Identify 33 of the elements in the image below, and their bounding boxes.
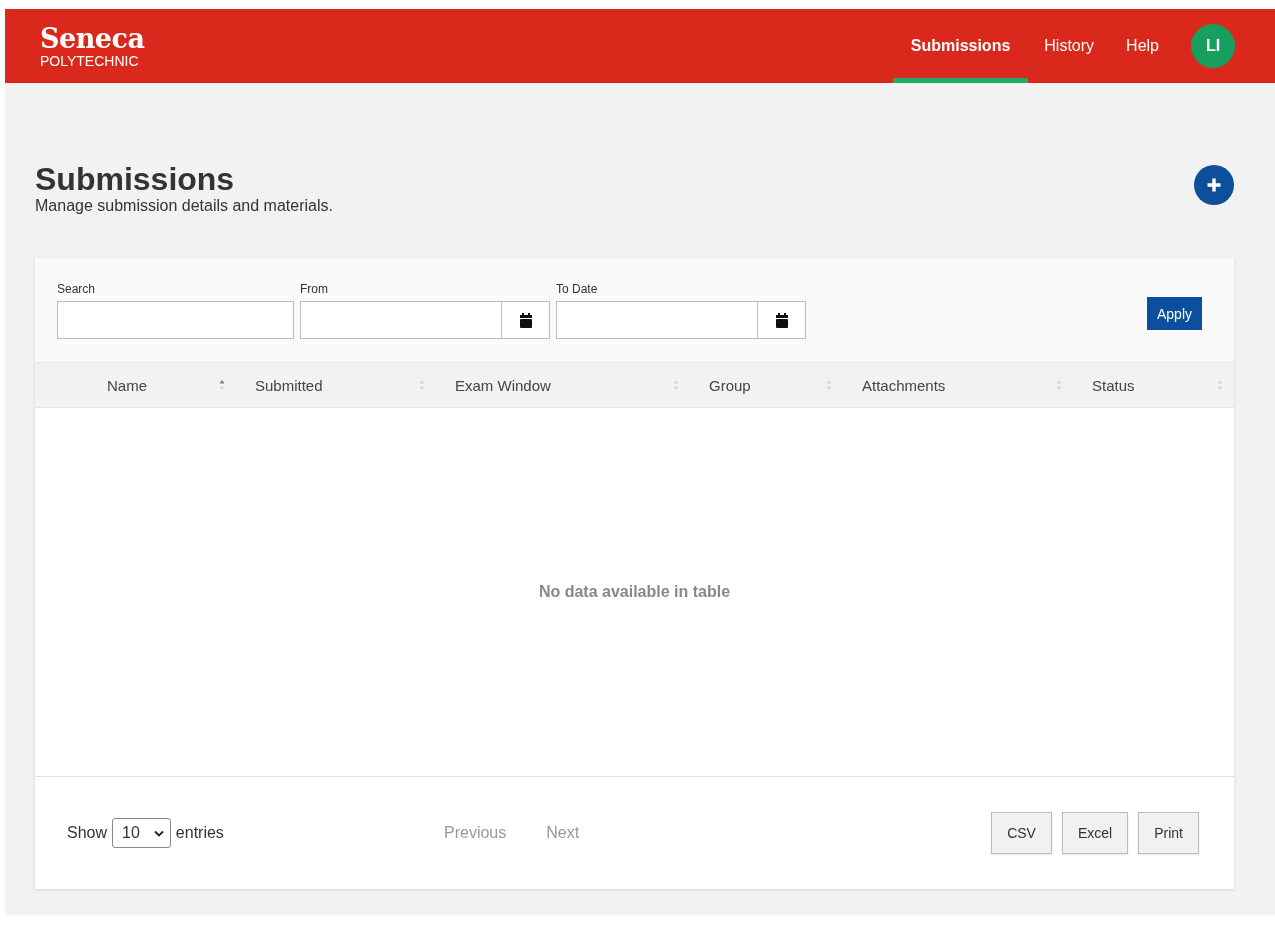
- calendar-icon: [518, 312, 533, 328]
- chevron-down-icon: [153, 829, 164, 837]
- add-button[interactable]: [1194, 165, 1234, 205]
- show-label: Show: [67, 824, 108, 842]
- page-title: Submissions: [35, 161, 236, 197]
- brand-subtitle: POLYTECHNIC: [40, 53, 140, 68]
- field-label: Search: [57, 282, 97, 296]
- page-subtitle: Manage submission details and materials.: [35, 197, 333, 215]
- column-header[interactable]: Name: [107, 376, 147, 394]
- calendar-button[interactable]: [758, 301, 806, 339]
- date-field[interactable]: [556, 301, 758, 339]
- calendar-icon: [774, 312, 789, 328]
- search-field[interactable]: [57, 301, 294, 339]
- brand-name: Seneca: [40, 24, 145, 52]
- column-header[interactable]: Submitted: [255, 376, 323, 394]
- column-header[interactable]: Attachments: [862, 376, 946, 394]
- nav-tab[interactable]: History: [1028, 9, 1111, 83]
- page-size-select[interactable]: 10: [112, 818, 171, 848]
- export-button[interactable]: Print: [1138, 812, 1199, 854]
- column-header[interactable]: Status: [1092, 376, 1135, 394]
- nav-tab[interactable]: Help: [1110, 9, 1175, 83]
- export-button[interactable]: CSV: [991, 812, 1052, 854]
- column-header[interactable]: Group: [709, 376, 751, 394]
- field-label: From: [300, 282, 329, 296]
- calendar-button[interactable]: [502, 301, 550, 339]
- empty-table-message: No data available in table: [538, 583, 731, 601]
- date-field[interactable]: [300, 301, 502, 339]
- column-header[interactable]: Exam Window: [455, 376, 551, 394]
- export-button[interactable]: Excel: [1061, 812, 1129, 854]
- plus-icon: [1206, 177, 1222, 193]
- entries-label: entries: [175, 824, 224, 842]
- apply-button[interactable]: Apply: [1146, 297, 1202, 330]
- field-label: To Date: [556, 282, 599, 296]
